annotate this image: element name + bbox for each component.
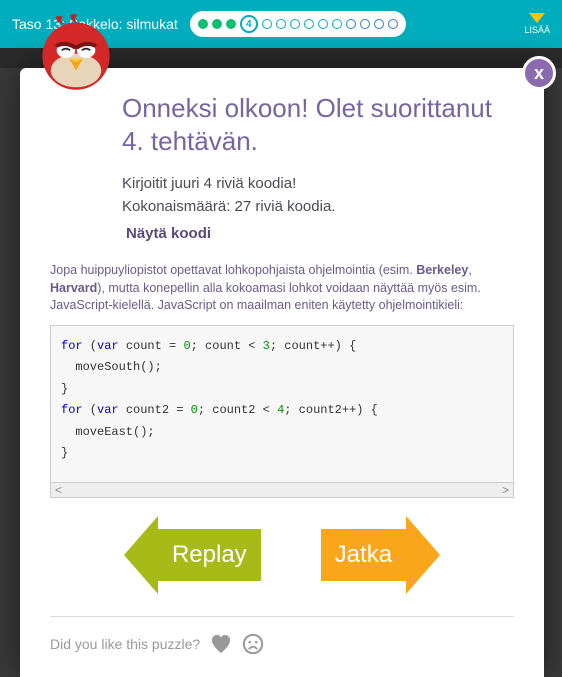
close-button[interactable]: x (522, 56, 556, 90)
description-text: Jopa huippuyliopistot opettavat lohkopoh… (50, 262, 514, 315)
continue-button[interactable]: Jatka (321, 516, 440, 594)
progress-step-3[interactable] (226, 19, 236, 29)
feedback-prompt: Did you like this puzzle? (50, 636, 200, 652)
progress-step-7[interactable] (290, 19, 300, 29)
completion-modal: x Onneksi olkoon! Olet suorittanut 4. te… (20, 68, 544, 677)
progress-indicator[interactable]: 4 (190, 11, 406, 37)
lines-written-stat: Kirjoitit juuri 4 riviä koodia! (122, 175, 514, 192)
progress-step-2[interactable] (212, 19, 222, 29)
arrow-right-icon (406, 516, 440, 594)
heart-icon (210, 634, 232, 654)
continue-label: Jatka (321, 529, 406, 581)
progress-step-14[interactable] (388, 19, 398, 29)
triangle-down-icon (529, 13, 545, 23)
progress-step-11[interactable] (346, 19, 356, 29)
action-buttons: Replay Jatka (50, 516, 514, 594)
generated-code-box[interactable]: for (var count = 0; count < 3; count++) … (50, 325, 514, 483)
show-code-toggle[interactable]: Näytä koodi (126, 225, 514, 242)
university-harvard: Harvard (50, 281, 97, 295)
more-menu[interactable]: LISÄÄ (524, 13, 550, 35)
dislike-button[interactable] (242, 633, 264, 655)
code-scrollbar[interactable]: < > (50, 483, 514, 498)
progress-step-12[interactable] (360, 19, 370, 29)
replay-button[interactable]: Replay (124, 516, 261, 594)
angry-bird-icon (34, 10, 118, 94)
progress-step-6[interactable] (276, 19, 286, 29)
divider (50, 616, 514, 617)
more-label: LISÄÄ (524, 25, 550, 35)
replay-label: Replay (158, 529, 261, 581)
close-icon: x (534, 63, 544, 84)
progress-step-10[interactable] (332, 19, 342, 29)
arrow-left-icon (124, 516, 158, 594)
progress-step-8[interactable] (304, 19, 314, 29)
progress-step-13[interactable] (374, 19, 384, 29)
modal-title: Onneksi olkoon! Olet suorittanut 4. teht… (122, 92, 514, 157)
sad-face-icon (242, 633, 264, 655)
scroll-left-icon: < (55, 483, 62, 497)
university-berkeley: Berkeley (416, 263, 468, 277)
feedback-row: Did you like this puzzle? (50, 633, 514, 655)
progress-step-9[interactable] (318, 19, 328, 29)
scroll-right-icon: > (502, 483, 509, 497)
total-lines-stat: Kokonaismäärä: 27 riviä koodia. (122, 198, 514, 215)
progress-step-5[interactable] (262, 19, 272, 29)
progress-step-4-current[interactable]: 4 (240, 15, 258, 33)
like-button[interactable] (210, 633, 232, 655)
progress-step-1[interactable] (198, 19, 208, 29)
